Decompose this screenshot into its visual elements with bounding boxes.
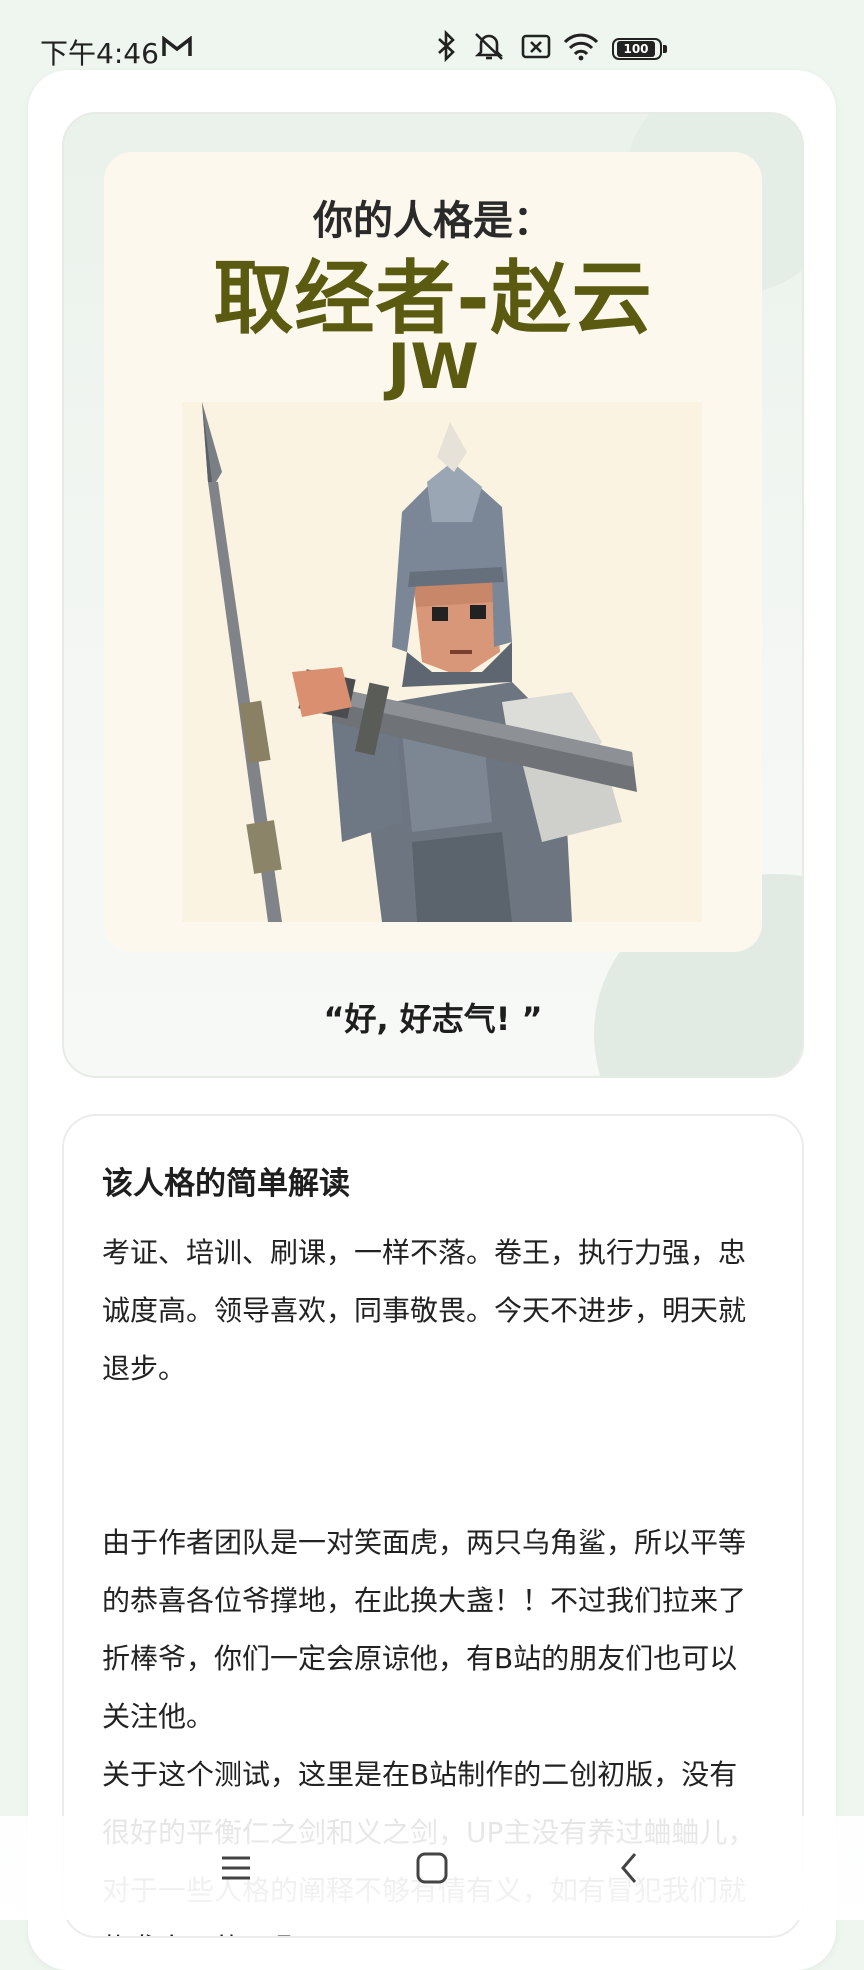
status-time: 下午4:46 [40,37,159,70]
personality-code: JW [387,330,479,403]
mute-icon [474,33,504,60]
description-paragraph: 考证、培训、刷课，一样不落。卷王，执行力强，忠诚度高。领导喜欢，同事敬畏。今天不… [102,1236,747,1385]
personality-quote: “好, 好志气! ” [323,1000,543,1038]
mail-icon [162,36,192,56]
personality-result-card: 你的人格是： 取经者-赵云 JW “好, 好志气! ” [62,112,804,1078]
back-icon[interactable] [608,1846,652,1890]
status-bar: 下午4:46 100 [0,0,864,72]
warrior-illustration [182,402,702,922]
description-card: 该人格的简单解读 考证、培训、刷课，一样不落。卷王，执行力强，忠诚度高。领导喜欢… [62,1114,804,1938]
wifi-icon [563,33,599,61]
no-sim-icon [521,34,551,59]
battery-level: 100 [617,41,655,57]
description-title: 该人格的简单解读 [102,1166,350,1202]
battery-icon: 100 [612,38,667,60]
system-navigation-bar [0,1816,864,1920]
description-paragraph: 由于作者团队是一对笑面虎，两只乌角鲨，所以平等的恭喜各位爷撑地，在此换大盏！！不… [102,1526,747,1733]
menu-icon[interactable] [214,1846,258,1890]
bluetooth-icon [438,30,455,62]
result-poster: 你的人格是： 取经者-赵云 JW [104,152,762,952]
home-icon[interactable] [410,1846,454,1890]
